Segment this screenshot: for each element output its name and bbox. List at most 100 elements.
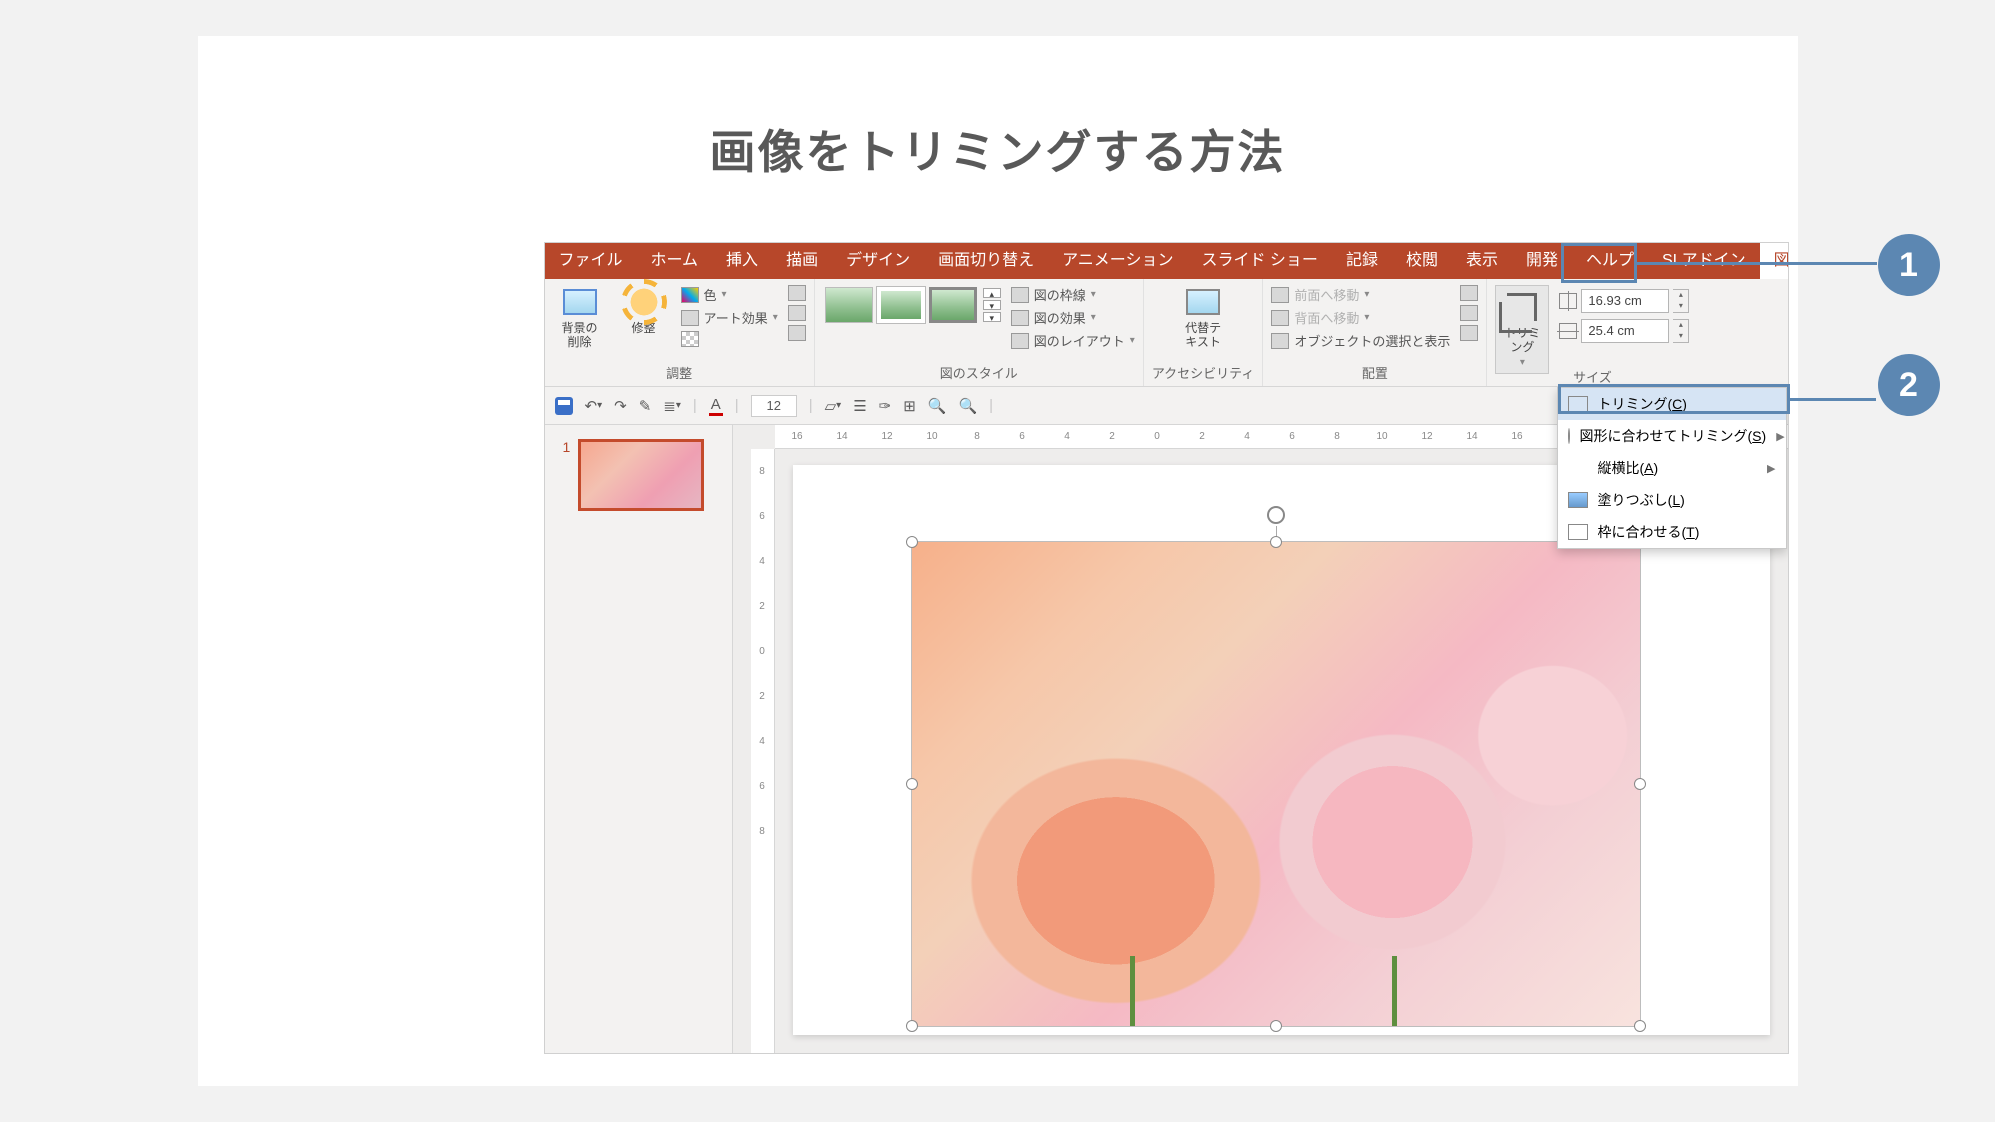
save-button[interactable] [555,397,573,415]
tab-animations[interactable]: アニメーション [1048,243,1187,279]
tab-transitions[interactable]: 画面切り替え [924,243,1048,279]
rotation-handle[interactable] [1267,506,1285,524]
artistic-label: アート効果 [704,308,768,327]
callout-badge-1: 1 [1878,234,1940,296]
tab-review[interactable]: 校閲 [1392,243,1452,279]
callout-leader-2 [1790,398,1876,401]
crop-menu-crop[interactable]: トリミング(C) [1558,388,1786,420]
bring-forward-button[interactable]: 前面へ移動 [1271,285,1450,304]
resize-handle-l[interactable] [906,778,918,790]
arrange-quick-button[interactable]: ☰ [853,397,866,415]
crop-menu-aspect-label: 縦横比 [1598,460,1640,476]
ribbon-group-size: トリミング ▾ 16.93 cm ▴▾ 25.4 cm ▴▾ [1487,279,1697,386]
crop-menu-to-shape[interactable]: 図形に合わせてトリミング(S) ▶ [1558,420,1786,452]
slide-thumbnail-1[interactable] [578,439,704,511]
picture-effects-button[interactable]: 図の効果 [1011,308,1135,327]
crop-button[interactable]: トリミング ▾ [1495,285,1549,374]
reset-picture-button[interactable] [788,325,806,341]
compress-pictures-button[interactable] [788,285,806,301]
fill-icon [1568,492,1588,508]
redo-button[interactable]: ↷ [614,397,627,415]
image-decoration [1392,956,1397,1026]
tab-design[interactable]: デザイン [832,243,924,279]
group-objects-button[interactable] [1460,305,1478,321]
width-spinner[interactable]: ▴▾ [1673,319,1689,343]
picture-border-label: 図の枠線 [1034,285,1086,304]
picture-style-1[interactable] [825,287,873,323]
ribbon: 背景の 削除 修整 色 アート効果 [545,279,1788,387]
align-quick-button[interactable]: ⊞ [903,397,916,415]
ribbon-group-adjust: 背景の 削除 修整 色 アート効果 [545,279,815,386]
height-icon [1559,293,1577,309]
crop-menu-fill[interactable]: 塗りつぶし(L) [1558,484,1786,516]
transparency-button[interactable] [681,331,778,347]
undo-button[interactable]: ↶▾ [585,397,603,415]
tab-draw[interactable]: 描画 [772,243,832,279]
slide-thumbnails-pane[interactable]: 1 [545,425,733,1053]
group-label-size: サイズ [1573,365,1612,388]
resize-handle-r[interactable] [1634,778,1646,790]
selection-pane-button[interactable]: オブジェクトの選択と表示 [1271,331,1450,350]
group-label-styles: 図のスタイル [940,361,1018,384]
tab-view[interactable]: 表示 [1452,243,1512,279]
send-backward-label: 背面へ移動 [1294,308,1359,327]
picture-effects-label: 図の効果 [1034,308,1086,327]
font-color-button[interactable]: A [709,396,723,416]
styles-gallery-button[interactable]: ▾ [983,312,1001,322]
styles-more-down[interactable]: ▾ [983,300,1001,310]
picture-border-button[interactable]: 図の枠線 [1011,285,1135,304]
submenu-arrow-icon: ▶ [1767,462,1775,475]
zoom-in-button[interactable]: 🔍 [928,397,947,415]
resize-handle-tl[interactable] [906,536,918,548]
tab-home[interactable]: ホーム [637,243,713,279]
alt-text-button[interactable]: 代替テ キスト [1176,285,1230,350]
tab-sladdin[interactable]: SLアドイン [1648,243,1760,279]
tab-developer[interactable]: 開発 [1512,243,1572,279]
resize-handle-b[interactable] [1270,1020,1282,1032]
resize-handle-t[interactable] [1270,536,1282,548]
width-input[interactable]: 25.4 cm [1581,319,1669,343]
zoom-out-button[interactable]: 🔍 [958,397,977,415]
tab-picture-format[interactable]: 図の形式 [1760,243,1789,279]
height-input[interactable]: 16.93 cm [1581,289,1669,313]
ribbon-group-arrange: 前面へ移動 背面へ移動 オブジェクトの選択と表示 配置 [1263,279,1487,386]
tab-insert[interactable]: 挿入 [712,243,772,279]
change-picture-button[interactable] [788,305,806,321]
tab-help[interactable]: ヘルプ [1572,243,1648,279]
shape-icon [1568,428,1570,444]
tab-file[interactable]: ファイル [545,243,637,279]
bullets-button[interactable]: ≣▾ [663,397,681,415]
eyedropper-button[interactable]: ✑ [879,397,892,415]
picture-style-2[interactable] [877,287,925,323]
selected-image[interactable] [911,541,1641,1027]
crop-menu-fit[interactable]: 枠に合わせる(T) [1558,516,1786,548]
align-button[interactable] [1460,285,1478,301]
crop-icon [1568,396,1588,412]
page-title: 画像をトリミングする方法 [238,116,1758,182]
font-size-input[interactable]: 12 [751,395,797,417]
send-backward-button[interactable]: 背面へ移動 [1271,308,1450,327]
rotate-button[interactable] [1460,325,1478,341]
resize-handle-br[interactable] [1634,1020,1646,1032]
color-label: 色 [704,285,717,304]
crop-menu-fill-label: 塗りつぶし [1598,492,1668,508]
styles-more-up[interactable]: ▴ [983,288,1001,298]
tab-record[interactable]: 記録 [1332,243,1392,279]
remove-background-label: 背景の 削除 [561,321,597,350]
height-spinner[interactable]: ▴▾ [1673,289,1689,313]
artistic-effects-button[interactable]: アート効果 [681,308,778,327]
picture-style-3[interactable] [929,287,977,323]
crop-menu-aspect[interactable]: 縦横比(A) ▶ [1558,452,1786,484]
shapes-gallery-button[interactable]: ▱▾ [825,397,842,415]
tab-slideshow[interactable]: スライド ショー [1187,243,1331,279]
color-button[interactable]: 色 [681,285,778,304]
crop-dropdown-menu: トリミング(C) 図形に合わせてトリミング(S) ▶ 縦横比(A) ▶ 塗りつぶ… [1557,387,1787,549]
ribbon-tabs: ファイル ホーム 挿入 描画 デザイン 画面切り替え アニメーション スライド … [545,243,1788,279]
slide-canvas[interactable] [793,465,1770,1035]
crop-icon [1507,293,1537,321]
resize-handle-bl[interactable] [906,1020,918,1032]
remove-background-button[interactable]: 背景の 削除 [553,285,607,350]
clear-format-button[interactable]: ✎ [639,397,652,415]
corrections-button[interactable]: 修整 [617,285,671,335]
picture-layout-button[interactable]: 図のレイアウト [1011,331,1135,350]
